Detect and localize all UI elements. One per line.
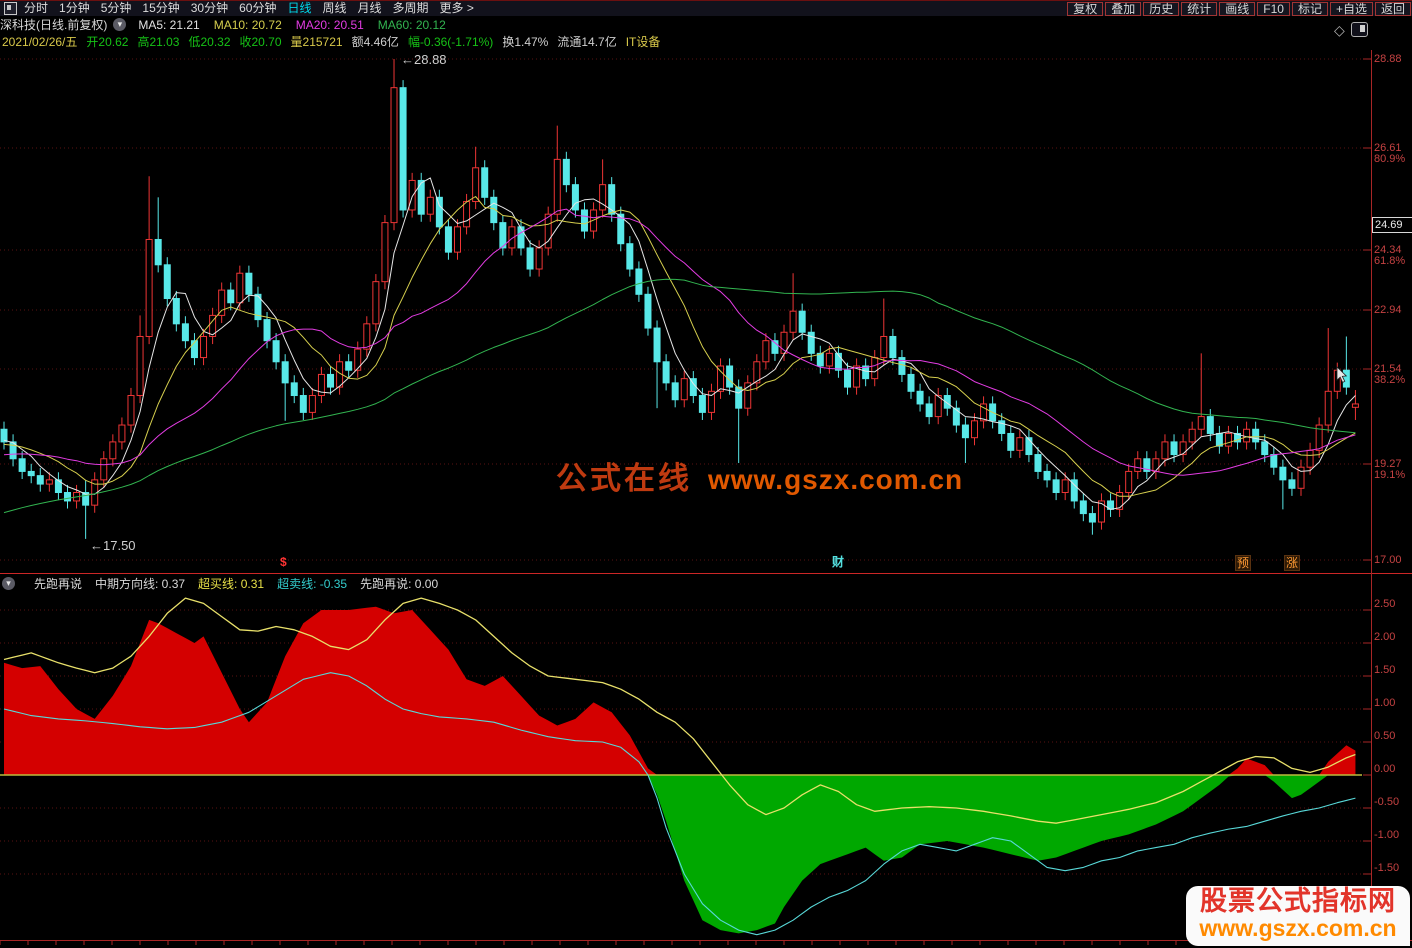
watermark-corner-url: www.gszx.com.cn (1186, 916, 1410, 940)
price-tick-6: 17.00 (1374, 555, 1402, 566)
quote-field-6: 额4.46亿 (352, 33, 399, 50)
toolbar-buttons: 复权叠加历史统计画线F10标记+自选返回 (1065, 2, 1411, 16)
menu-item-9[interactable]: 多周期 (393, 1, 429, 16)
collapse-main-icon[interactable]: ▾ (113, 18, 126, 31)
toolbar-button-7[interactable]: +自选 (1330, 2, 1373, 16)
event-marker-1: 财 (832, 555, 844, 569)
quote-field-7: 幅-0.36(-1.71%) (408, 33, 493, 50)
indicator-tick-0: 2.50 (1374, 599, 1395, 610)
menu-item-7[interactable]: 周线 (322, 1, 346, 16)
ma-value-3: MA60: 20.12 (378, 18, 446, 32)
stock-title[interactable]: 深科技(日线.前复权) (0, 16, 107, 33)
price-tick-0: 28.88 (1374, 54, 1402, 65)
quote-bar: 2021/02/26/五开20.62 高21.03 低20.32 收20.70 量215… (2, 33, 1412, 50)
ma-value-1: MA10: 20.72 (214, 18, 282, 32)
price-tick-4: 21.5438.2% (1374, 364, 1405, 386)
event-marker-0: $ (280, 555, 287, 569)
menu-item-2[interactable]: 5分钟 (101, 1, 132, 16)
quote-field-10: IT设备 (626, 33, 661, 50)
quote-field-5: 量215721 (291, 33, 343, 50)
toolbar-button-5[interactable]: F10 (1257, 2, 1290, 16)
menu-item-4[interactable]: 30分钟 (191, 1, 228, 16)
collapse-indicator-icon[interactable]: ▾ (2, 577, 15, 590)
menu-item-5[interactable]: 60分钟 (239, 1, 276, 16)
event-marker-3[interactable]: 涨 (1284, 555, 1300, 571)
indicator-tick-6: -0.50 (1374, 797, 1399, 808)
mouse-cursor-icon (1336, 366, 1350, 384)
menu-items: 分时 1分钟 5分钟 15分钟 30分钟 60分钟日线周线月线多周期更多 > (24, 1, 474, 16)
menu-item-0[interactable]: 分时 (24, 1, 48, 16)
price-tick-2: 24.3461.8% (1374, 245, 1405, 267)
menu-bar: 分时 1分钟 5分钟 15分钟 30分钟 60分钟日线周线月线多周期更多 > 复权叠加历史… (0, 0, 1412, 16)
quote-field-4: 收20.70 (240, 33, 282, 50)
toolbar-button-2[interactable]: 历史 (1143, 2, 1179, 16)
quote-field-1: 开20.62 (86, 33, 128, 50)
toolbar-button-3[interactable]: 统计 (1181, 2, 1217, 16)
indicator-tick-7: -1.00 (1374, 830, 1399, 841)
price-axis: 28.88 26.6180.9% 24.3461.8% 22.94 21.5438.2%… (1374, 0, 1412, 948)
quote-field-8: 换1.47% (502, 33, 548, 50)
main-plot[interactable] (1, 59, 1358, 539)
indicator-value-2: 超卖线: -0.35 (277, 575, 347, 592)
indicator-tick-1: 2.00 (1374, 632, 1395, 643)
indicator-tick-2: 1.50 (1374, 665, 1395, 676)
toolbar-button-4[interactable]: 画线 (1219, 2, 1255, 16)
ma-value-2: MA20: 20.51 (296, 18, 364, 32)
quote-field-9: 流通14.7亿 (557, 33, 616, 50)
tdx-stock-app: 分时 1分钟 5分钟 15分钟 30分钟 60分钟日线周线月线多周期更多 > 复权叠加历史… (0, 0, 1412, 948)
price-tick-1: 26.6180.9% (1374, 143, 1405, 165)
indicator-tick-8: -1.50 (1374, 863, 1399, 874)
indicator-value-0: 中期方向线: 0.37 (95, 575, 185, 592)
menu-item-1[interactable]: 1分钟 (59, 1, 90, 16)
price-tick-5: 19.2719.1% (1374, 459, 1405, 481)
ma-value-0: MA5: 21.21 (138, 18, 199, 32)
indicator-tick-4: 0.50 (1374, 731, 1395, 742)
price-annotation-0: ←28.88 (401, 52, 447, 67)
menu-item-3[interactable]: 15分钟 (142, 1, 179, 16)
indicator-tick-5: 0.00 (1374, 764, 1395, 775)
ma-values: MA5: 21.21 MA10: 20.72 MA20: 20.51 MA60: 20… (138, 18, 446, 32)
toolbar-button-1[interactable]: 叠加 (1105, 2, 1141, 16)
toolbar-button-0[interactable]: 复权 (1067, 2, 1103, 16)
indicator-tick-3: 1.00 (1374, 698, 1395, 709)
toolbar-button-6[interactable]: 标记 (1292, 2, 1328, 16)
indicator-plot[interactable] (0, 598, 1362, 935)
watermark-corner: 股票公式指标网 www.gszx.com.cn (1186, 886, 1410, 946)
indicator-name[interactable]: 先跑再说 (34, 575, 82, 592)
indicator-value-1: 超买线: 0.31 (198, 575, 264, 592)
event-marker-2[interactable]: 预 (1235, 555, 1251, 571)
menu-item-6[interactable]: 日线 (287, 1, 311, 16)
menu-item-8[interactable]: 月线 (358, 1, 382, 16)
indicator-value-3: 先跑再说: 0.00 (360, 575, 438, 592)
quote-field-3: 低20.32 (188, 33, 230, 50)
chart-canvas[interactable]: ←28.88 ←17.50 (0, 50, 1412, 948)
app-icon[interactable] (4, 2, 17, 15)
quote-field-0: 2021/02/26/五 (2, 33, 77, 50)
menu-item-10[interactable]: 更多 > (440, 1, 474, 16)
current-price-box: 24.69 (1372, 217, 1412, 233)
price-annotation-1: ←17.50 (90, 538, 136, 553)
watermark-corner-cn: 股票公式指标网 (1186, 886, 1410, 916)
quote-field-2: 高21.03 (137, 33, 179, 50)
info-bar: 深科技(日线.前复权) ▾ MA5: 21.21 MA10: 20.72 MA20:… (0, 16, 1412, 33)
price-tick-3: 22.94 (1374, 305, 1402, 316)
indicator-header: ▾ 先跑再说 中期方向线: 0.37 超买线: 0.31 超卖线: -0.35 先跑再… (0, 575, 1412, 591)
indicator-values: 中期方向线: 0.37 超买线: 0.31 超卖线: -0.35 先跑再说: 0.00 (95, 575, 438, 592)
